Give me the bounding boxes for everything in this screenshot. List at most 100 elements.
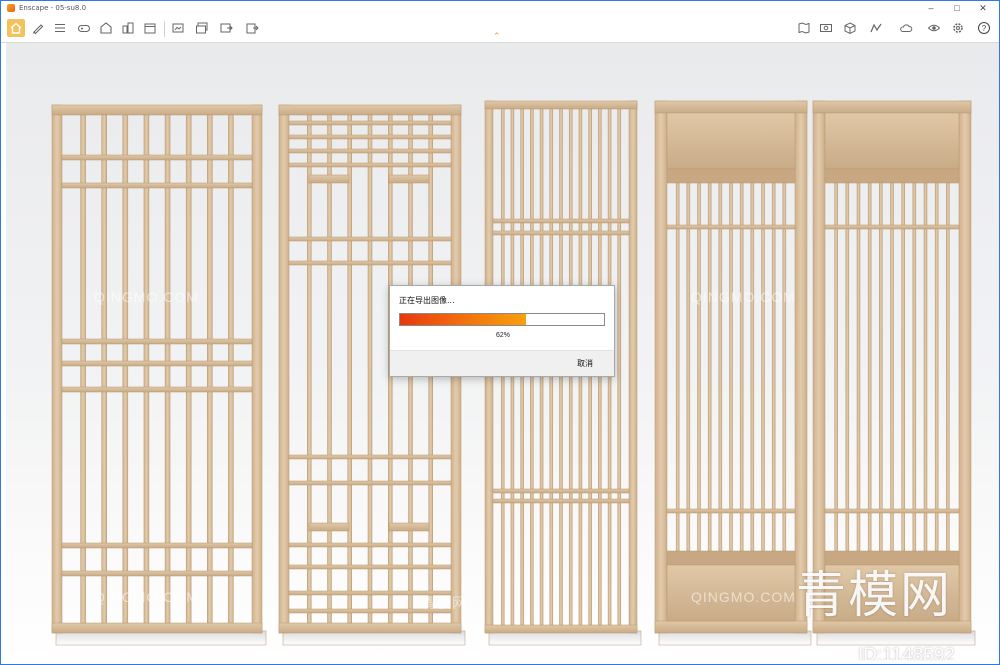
panel-bar xyxy=(890,182,894,552)
panel-fret-band xyxy=(666,168,796,184)
export-icon[interactable] xyxy=(217,19,235,37)
title-bar: Enscape - 05-su8.0 – □ ✕ xyxy=(1,1,999,15)
logo-watermark: 青模网 xyxy=(796,566,952,624)
panel-rail xyxy=(492,218,630,224)
panel-bar xyxy=(923,182,928,552)
site-watermark: QINGMO.COM xyxy=(691,289,796,305)
panel-frame xyxy=(654,620,808,634)
gamepad-icon[interactable] xyxy=(75,19,93,37)
panel-rail xyxy=(824,224,960,230)
cube-icon[interactable] xyxy=(841,19,859,37)
panel-bar xyxy=(934,182,939,552)
panel-rail xyxy=(308,174,350,184)
panel-bar xyxy=(761,182,765,552)
minimize-button[interactable]: – xyxy=(919,1,943,15)
panel-fret-band xyxy=(824,168,960,184)
model-id-watermark: ID:1148592 xyxy=(858,645,955,661)
panel-rail xyxy=(666,508,796,514)
upload-icon[interactable] xyxy=(243,19,261,37)
panel-frame xyxy=(628,100,638,634)
logo-watermark-small: 青模网 xyxy=(422,595,467,611)
home-icon[interactable] xyxy=(7,19,25,37)
panel-bar xyxy=(750,182,755,552)
panel-rail xyxy=(61,182,253,189)
batch-icon[interactable] xyxy=(193,19,211,37)
panel-frame xyxy=(794,100,808,634)
panel-rail xyxy=(288,564,452,570)
close-button[interactable]: ✕ xyxy=(971,1,995,15)
svg-text:?: ? xyxy=(982,24,987,33)
panel-frame xyxy=(278,104,462,116)
cloud-icon[interactable] xyxy=(897,19,915,37)
progress-bar-fill xyxy=(400,314,527,325)
help-icon[interactable]: ? xyxy=(975,19,993,37)
maximize-button[interactable]: □ xyxy=(945,1,969,15)
collapse-toolbar-icon[interactable]: ⌃ xyxy=(493,31,501,42)
panel-frame xyxy=(51,622,263,634)
panel-rail xyxy=(288,542,452,548)
gear-icon[interactable] xyxy=(949,19,967,37)
panel-bar xyxy=(912,182,917,552)
panel-bar xyxy=(675,182,680,552)
panel-bar xyxy=(901,182,905,552)
panel-bar xyxy=(867,182,872,552)
panel-frame xyxy=(812,100,826,634)
panel-rail xyxy=(288,120,452,126)
panel-bar xyxy=(845,182,850,552)
map-icon[interactable] xyxy=(795,19,813,37)
panel-fret-band xyxy=(666,550,796,566)
panel-rail xyxy=(288,162,452,168)
panel-rail xyxy=(288,260,452,266)
progress-percent: 62% xyxy=(495,332,510,339)
building-icon[interactable] xyxy=(119,19,137,37)
panel-rail xyxy=(61,154,253,161)
export-progress-bar xyxy=(399,313,605,326)
panel-frame xyxy=(484,100,638,110)
enscape-logo-icon xyxy=(7,4,15,12)
cancel-button[interactable]: 取消 xyxy=(577,358,593,369)
panel-bar xyxy=(946,182,950,552)
panel-rail xyxy=(61,542,253,549)
panel-bar xyxy=(879,182,883,552)
panel-rail xyxy=(61,386,253,393)
pencil-icon[interactable] xyxy=(29,19,47,37)
panorama-icon[interactable] xyxy=(817,19,835,37)
toolbar-separator xyxy=(164,21,165,37)
panel-rail xyxy=(61,570,253,577)
panel-frame xyxy=(654,100,668,634)
window-title: Enscape - 05-su8.0 xyxy=(19,4,87,12)
enscape-window: Enscape - 05-su8.0 – □ ✕ ⌃ ? QINGMO.COM … xyxy=(0,0,1000,665)
site-watermark: QINGMO.COM xyxy=(94,289,199,305)
panel-bar xyxy=(697,182,701,552)
panel-top-board xyxy=(824,112,960,170)
panel-frame xyxy=(278,622,462,634)
export-progress-dialog: 正在导出图像... 62% 取消 xyxy=(389,285,615,377)
panel-frame xyxy=(654,100,808,114)
eye-icon[interactable] xyxy=(925,19,943,37)
panel-frame xyxy=(484,624,638,634)
film-icon[interactable] xyxy=(141,19,159,37)
panel-top-board xyxy=(666,112,796,170)
panel-rail xyxy=(288,236,452,242)
panel-frame xyxy=(251,104,263,634)
panel-rail xyxy=(308,522,350,532)
panel-rail xyxy=(492,230,630,236)
panel-rail xyxy=(492,488,630,494)
panel-rail xyxy=(288,148,452,154)
screenshot-icon[interactable] xyxy=(169,19,187,37)
list-icon[interactable] xyxy=(51,19,69,37)
panel-rail xyxy=(388,522,430,532)
house-icon[interactable] xyxy=(97,19,115,37)
panel-rail xyxy=(666,224,796,230)
panel-bar xyxy=(686,182,691,552)
panel-bar xyxy=(617,108,622,626)
panel-bar xyxy=(718,182,723,552)
panel-rail xyxy=(288,480,452,486)
chart-icon[interactable] xyxy=(867,19,885,37)
panel-frame xyxy=(51,104,263,116)
panel-rail xyxy=(61,338,253,345)
panel-rail xyxy=(388,174,430,184)
panel-bar xyxy=(707,182,712,552)
panel-rail xyxy=(288,454,452,460)
panel-frame xyxy=(812,100,972,114)
